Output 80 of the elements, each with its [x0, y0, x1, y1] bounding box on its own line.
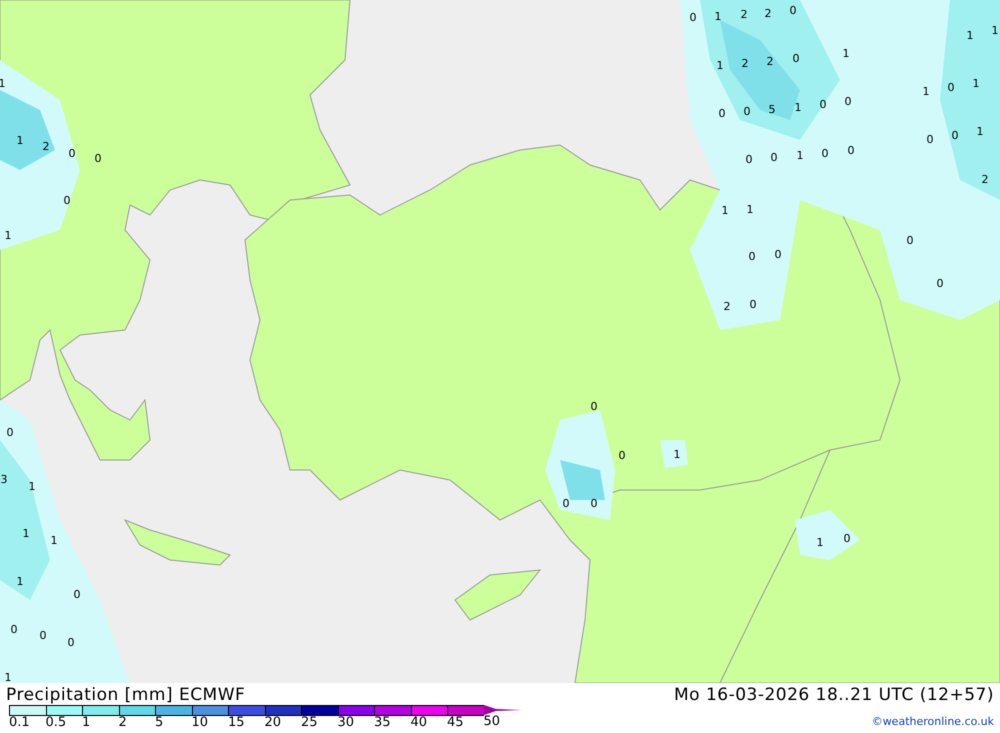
chart-title: Precipitation [mm] ECMWF	[6, 685, 246, 705]
value-label: 0	[748, 250, 756, 263]
value-label: 0	[770, 151, 778, 164]
value-label: 0	[68, 636, 74, 649]
value-label: 1	[16, 575, 24, 588]
value-label: 1	[674, 448, 680, 461]
value-label: 2	[764, 7, 772, 20]
value-label: 1	[50, 534, 58, 547]
value-label: 1	[716, 59, 724, 72]
value-label: 0	[936, 277, 944, 290]
value-label: 1	[794, 101, 802, 114]
value-label: 1	[4, 229, 12, 242]
value-label: 0	[774, 248, 782, 261]
value-label: 0	[844, 95, 852, 108]
legend-label: 15	[228, 716, 246, 730]
value-label: 1	[16, 134, 24, 147]
value-label: 0	[690, 11, 696, 24]
value-label: 0	[822, 147, 828, 160]
value-label: 0	[844, 532, 850, 545]
value-label: 0	[94, 152, 102, 165]
value-label: 2	[740, 8, 748, 21]
value-label: 3	[0, 473, 8, 486]
value-label: 1	[966, 29, 974, 42]
value-label: 1	[746, 203, 754, 216]
legend-label: 1	[82, 716, 92, 730]
value-label: 1	[922, 85, 930, 98]
legend-label: 5	[155, 716, 164, 730]
value-label: 2	[766, 55, 774, 68]
value-label: 0	[792, 52, 800, 65]
value-label: 5	[768, 103, 776, 116]
value-label: 0	[10, 623, 18, 636]
value-label: 1	[976, 125, 984, 138]
legend-label: 0.5	[46, 716, 68, 730]
legend-label: 35	[374, 716, 392, 730]
legend-label: 2	[118, 716, 128, 730]
value-label: 0	[64, 194, 70, 207]
legend-label: 50	[484, 715, 502, 729]
value-label: 2	[742, 57, 748, 70]
value-label: 0	[590, 497, 598, 510]
value-label: 0	[746, 153, 752, 166]
value-label: 1	[0, 77, 6, 90]
value-label: 0	[68, 147, 76, 160]
value-label: 1	[796, 149, 804, 162]
value-label: 1	[722, 204, 728, 217]
value-label: 2	[724, 300, 730, 313]
value-label: 1	[22, 527, 30, 540]
legend-label: 25	[301, 716, 319, 730]
value-label: 0	[590, 400, 598, 413]
value-label: 0	[562, 497, 570, 510]
value-label: 1	[992, 24, 998, 37]
value-label: 0	[718, 107, 726, 120]
value-label: 0	[744, 105, 750, 118]
legend-label: 45	[447, 716, 465, 730]
value-label: 0	[750, 298, 756, 311]
value-label: 0	[820, 98, 826, 111]
value-label: 1	[4, 671, 12, 683]
value-label: 0	[906, 234, 914, 247]
value-label: 1	[972, 77, 980, 90]
value-label: 1	[714, 10, 722, 23]
value-label: 0	[848, 144, 854, 157]
value-label: 0	[926, 133, 934, 146]
legend-label: 0.1	[9, 716, 31, 730]
value-label: 1	[842, 47, 850, 60]
value-label: 0	[74, 588, 80, 601]
legend-label: 10	[192, 716, 210, 730]
value-label: 0	[40, 629, 46, 642]
value-label: 0	[618, 449, 626, 462]
credit-link[interactable]: ©weatheronline.co.uk	[872, 715, 994, 728]
valid-time: Mo 16-03-2026 18..21 UTC (12+57)	[674, 685, 994, 705]
value-label: 0	[790, 4, 796, 17]
value-label: 1	[816, 536, 824, 549]
value-label: 2	[982, 173, 988, 186]
value-label: 1	[28, 480, 36, 493]
value-label: 0	[948, 81, 954, 94]
legend-label: 20	[264, 716, 282, 730]
legend-label: 30	[338, 716, 356, 730]
value-label: 2	[42, 140, 50, 153]
legend-label: 40	[410, 716, 428, 730]
value-label: 0	[6, 426, 14, 439]
value-label: 0	[952, 129, 958, 142]
